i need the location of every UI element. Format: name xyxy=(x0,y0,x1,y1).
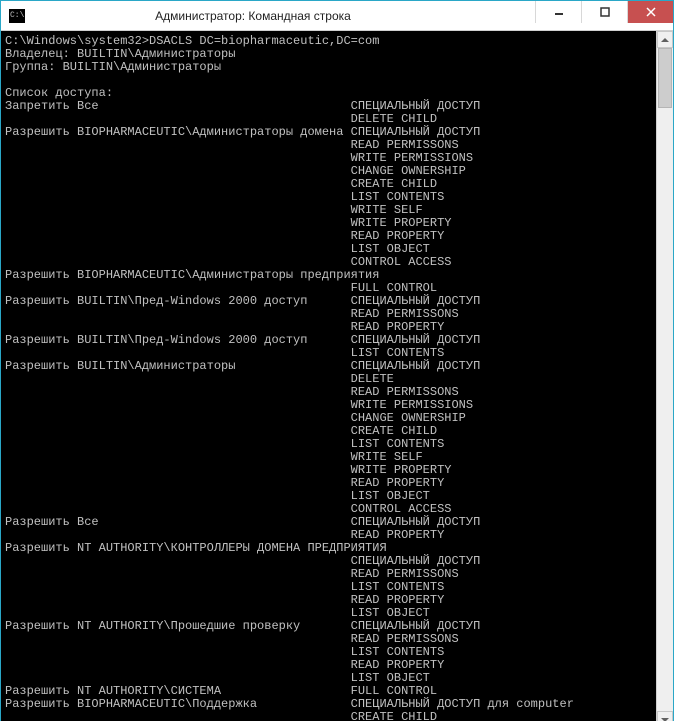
scroll-thumb[interactable] xyxy=(658,48,672,108)
close-button[interactable] xyxy=(627,1,673,23)
cmd-icon xyxy=(9,9,25,23)
close-icon xyxy=(646,7,656,17)
client-area: C:\Windows\system32>DSACLS DC=biopharmac… xyxy=(1,31,673,721)
window-buttons xyxy=(535,1,673,30)
scroll-track[interactable] xyxy=(657,48,673,711)
console-output[interactable]: C:\Windows\system32>DSACLS DC=biopharmac… xyxy=(1,31,656,721)
scroll-down-button[interactable] xyxy=(657,711,673,721)
minimize-icon xyxy=(554,7,564,17)
vertical-scrollbar[interactable] xyxy=(656,31,673,721)
maximize-icon xyxy=(600,7,610,17)
titlebar[interactable]: Администратор: Командная строка xyxy=(1,1,673,31)
chevron-down-icon xyxy=(661,718,669,721)
chevron-up-icon xyxy=(661,38,669,42)
minimize-button[interactable] xyxy=(535,1,581,23)
window-title: Администратор: Командная строка xyxy=(0,9,535,23)
maximize-button[interactable] xyxy=(581,1,627,23)
scroll-up-button[interactable] xyxy=(657,31,673,48)
command-prompt-window: Администратор: Командная строка C:\Windo… xyxy=(0,0,674,721)
